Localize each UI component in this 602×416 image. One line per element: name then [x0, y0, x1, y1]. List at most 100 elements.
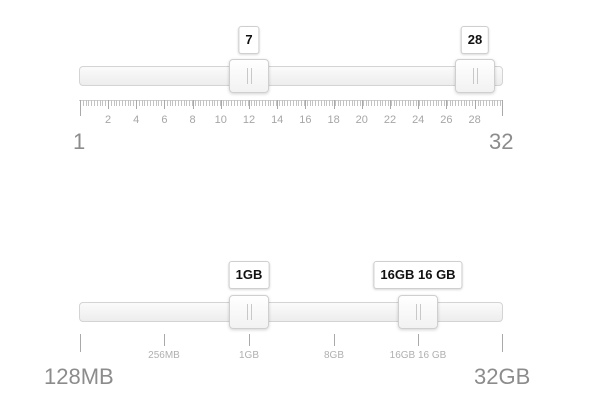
cores-minor-tick — [354, 100, 356, 106]
cores-low-handle[interactable] — [229, 59, 269, 93]
cores-minor-tick — [172, 100, 174, 106]
cores-minor-tick — [206, 100, 207, 106]
cores-minor-tick — [245, 100, 247, 106]
cores-minor-tick — [264, 100, 266, 106]
cores-minor-tick — [301, 100, 303, 106]
cores-minor-tick — [234, 100, 235, 106]
memory-tick-label: 8GB — [323, 350, 345, 361]
cores-minor-tick — [424, 100, 426, 106]
memory-end-tick — [80, 334, 81, 352]
cores-minor-tick — [368, 100, 370, 106]
cores-minor-tick — [306, 100, 308, 106]
cores-minor-tick — [430, 100, 431, 106]
cores-minor-tick — [122, 100, 123, 106]
memory-major-tick — [418, 334, 419, 346]
cores-minor-tick — [318, 100, 319, 106]
grip-icon — [416, 304, 421, 320]
cores-minor-tick — [435, 100, 437, 106]
cores-minor-tick — [158, 100, 160, 106]
cores-major-tick — [192, 100, 194, 109]
cores-major-tick — [277, 100, 279, 109]
cores-minor-tick — [91, 100, 93, 106]
cores-minor-tick — [382, 100, 384, 106]
cores-minor-tick — [460, 100, 462, 106]
cores-minor-tick — [477, 100, 479, 106]
cores-minor-tick — [99, 100, 101, 106]
memory-major-tick — [249, 334, 250, 346]
cores-minor-tick — [340, 100, 342, 106]
cores-minor-tick — [374, 100, 375, 106]
memory-min-label: 128MB — [44, 364, 114, 389]
cores-minor-tick — [287, 100, 289, 106]
cores-minor-tick — [231, 100, 233, 106]
cores-tick-label: 28 — [468, 114, 481, 126]
cores-low-value-tooltip: 7 — [238, 26, 260, 54]
cores-tick-label: 20 — [355, 114, 368, 126]
cores-minor-tick — [351, 100, 353, 106]
cores-minor-tick — [183, 100, 185, 106]
cores-minor-tick — [421, 100, 423, 106]
cores-minor-tick — [413, 100, 415, 106]
cores-minor-tick — [236, 100, 238, 106]
memory-end-tick — [502, 334, 503, 352]
memory-low-handle[interactable] — [229, 295, 269, 329]
cores-minor-tick — [273, 100, 275, 106]
cores-tick-label: 18 — [327, 114, 340, 126]
cores-minor-tick — [239, 100, 241, 106]
memory-tick-label: 1GB — [238, 350, 260, 361]
cores-slider-track[interactable] — [79, 66, 503, 86]
cores-minor-tick — [337, 100, 339, 106]
cores-minor-tick — [458, 100, 459, 106]
cores-tick-label: 16 — [299, 114, 312, 126]
cores-minor-tick — [334, 100, 336, 106]
cores-minor-tick — [491, 100, 493, 106]
cores-minor-tick — [278, 100, 280, 106]
cores-minor-tick — [320, 100, 322, 106]
cores-end-tick — [502, 100, 503, 116]
cores-minor-tick — [284, 100, 286, 106]
grip-icon — [473, 68, 478, 84]
cores-minor-tick — [298, 100, 300, 106]
cores-major-tick — [474, 100, 476, 109]
cores-minor-tick — [85, 100, 87, 106]
cores-minor-tick — [270, 100, 272, 106]
memory-slider-track[interactable] — [79, 302, 503, 322]
cores-major-tick — [305, 100, 307, 109]
cores-tick-label: 12 — [242, 114, 256, 126]
cores-minor-tick — [295, 100, 297, 106]
cores-minor-tick — [497, 100, 499, 106]
memory-high-handle[interactable] — [398, 295, 438, 329]
cores-minor-tick — [217, 100, 219, 106]
cores-minor-tick — [133, 100, 135, 106]
cores-minor-tick — [225, 100, 227, 106]
cores-minor-tick — [169, 100, 171, 106]
cores-minor-tick — [432, 100, 434, 106]
cores-minor-tick — [449, 100, 451, 106]
cores-minor-tick — [371, 100, 373, 106]
cores-minor-tick — [186, 100, 188, 106]
cores-tick-label: 8 — [189, 114, 196, 126]
cores-high-value-tooltip: 28 — [460, 26, 490, 54]
memory-tick-label: 256MB — [148, 350, 180, 361]
cores-minor-tick — [463, 100, 465, 106]
cores-tick-label: 22 — [383, 114, 397, 126]
cores-tick-label: 24 — [412, 114, 425, 126]
cores-minor-tick — [127, 100, 129, 106]
cores-minor-tick — [348, 100, 350, 106]
cores-high-handle[interactable] — [455, 59, 495, 93]
cores-minor-tick — [376, 100, 378, 106]
cores-minor-tick — [82, 100, 84, 106]
cores-major-tick — [361, 100, 363, 109]
cores-minor-tick — [180, 100, 182, 106]
cores-end-tick — [80, 100, 81, 116]
cores-minor-tick — [312, 100, 314, 106]
cores-minor-tick — [194, 100, 196, 106]
cores-minor-tick — [200, 100, 202, 106]
cores-minor-tick — [379, 100, 381, 106]
cores-minor-tick — [494, 100, 496, 106]
cores-minor-tick — [385, 100, 387, 106]
cores-major-tick — [164, 100, 166, 109]
cores-minor-tick — [130, 100, 132, 106]
cores-major-tick — [418, 100, 420, 109]
cores-minor-tick — [178, 100, 179, 106]
